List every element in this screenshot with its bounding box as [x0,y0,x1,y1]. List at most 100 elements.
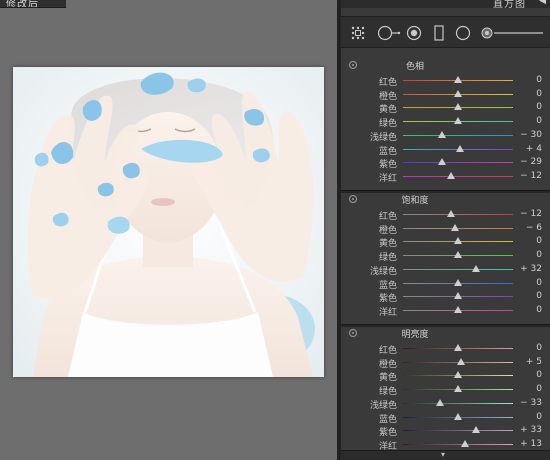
slider-row: 蓝色 0 [341,277,550,291]
slider-value[interactable]: 0 [510,250,542,260]
spot-removal-icon[interactable] [377,25,401,41]
section-header[interactable]: 饱和度 [341,192,550,206]
slider-row: 绿色 0 [341,383,550,398]
slider-handle[interactable] [450,223,459,231]
slider-handle[interactable] [454,89,462,97]
slider-value[interactable]: 0 [510,305,542,315]
slider-label: 洋红 [378,307,397,318]
slider-handle[interactable] [454,371,462,379]
slider-label: 黄色 [378,239,397,250]
slider-track[interactable] [403,268,513,270]
slider-value[interactable]: 0 [510,370,542,380]
slider-label: 洋红 [378,173,397,184]
slider-value[interactable]: 0 [510,102,542,112]
slider-handle[interactable] [454,412,462,420]
panel-footer[interactable]: ▾ [341,450,550,460]
slider-value[interactable]: + 13 [510,439,542,449]
slider-label: 蓝色 [378,280,397,291]
slider-handle[interactable] [454,344,462,351]
slider-value[interactable]: − 12 [510,171,542,181]
slider-row: 黄色 0 [341,101,550,116]
slider-handle[interactable] [454,103,462,111]
slider-handle[interactable] [447,171,456,179]
slider-value[interactable]: 0 [510,343,542,353]
slider-track[interactable] [403,443,513,445]
red-eye-icon[interactable] [405,25,423,41]
collapse-arrow-icon[interactable]: ◀ [539,0,546,6]
slider-handle[interactable] [456,144,465,152]
slider-value[interactable]: 0 [510,384,542,394]
slider-handle[interactable] [447,210,456,217]
grid-overlay-icon[interactable] [349,25,367,41]
expand-arrow-icon: ▾ [441,450,446,459]
adjustment-brush-icon[interactable] [481,25,545,41]
slider-value[interactable]: 0 [510,291,542,301]
slider-row: 橙色 + 5 [341,356,550,370]
slider-handle[interactable] [456,357,465,365]
slider-handle[interactable] [454,305,462,313]
slider-label: 紫色 [378,160,397,171]
tool-strip [341,16,550,48]
slider-value[interactable]: − 6 [510,223,542,233]
slider-row: 洋红 0 [341,304,550,318]
slider-label: 绿色 [378,119,397,130]
slider-value[interactable]: + 32 [510,264,542,274]
photo-preview-area: 修改后 [0,0,337,460]
slider-handle[interactable] [454,385,462,393]
slider-handle[interactable] [454,251,462,259]
slider-value[interactable]: 0 [510,236,542,246]
slider-value[interactable]: + 4 [510,144,542,154]
slider-value[interactable]: + 5 [510,357,542,367]
slider-handle[interactable] [435,398,444,406]
slider-label: 黄色 [378,105,397,116]
slider-row: 浅绿色 − 33 [341,397,550,411]
slider-row: 橙色 − 6 [341,222,550,236]
radial-filter-icon[interactable] [454,25,472,41]
slider-handle[interactable] [438,158,447,166]
slider-track[interactable] [403,214,513,215]
slider-value[interactable]: 0 [510,75,542,85]
slider-value[interactable]: − 12 [510,209,542,219]
section-header[interactable]: 明亮度 [341,326,550,340]
slider-label: 紫色 [378,294,397,305]
slider-track[interactable] [403,162,513,164]
slider-value[interactable]: 0 [510,412,542,422]
slider-row: 黄色 0 [341,369,550,383]
section-title: 色相 [405,62,424,72]
slider-handle[interactable] [472,426,481,434]
slider-label: 蓝色 [378,146,397,157]
slider-label: 红色 [378,78,397,88]
slider-value[interactable]: − 33 [510,398,542,408]
slider-value[interactable]: 0 [510,278,542,288]
slider-handle[interactable] [471,264,480,272]
slider-label: 红色 [378,212,397,222]
slider-track[interactable] [403,134,513,136]
histogram-header[interactable]: 直方图 ◀ [341,0,550,8]
slider-value[interactable]: 0 [510,116,542,126]
slider-handle[interactable] [461,439,470,447]
slider-label: 浅绿色 [369,400,397,411]
section-title: 明亮度 [401,330,429,340]
graduated-filter-icon[interactable] [432,25,446,41]
slider-row: 紫色 + 33 [341,424,550,438]
slider-handle[interactable] [454,117,462,125]
slider-track[interactable] [403,175,513,177]
slider-handle[interactable] [454,237,462,245]
slider-value[interactable]: + 33 [510,425,542,435]
slider-handle[interactable] [437,130,446,138]
slider-value[interactable]: − 30 [510,130,542,140]
slider-value[interactable]: − 29 [510,157,542,167]
slider-handle[interactable] [454,278,462,286]
slider-label: 绿色 [378,387,397,398]
slider-track[interactable] [403,430,513,432]
slider-row: 绿色 0 [341,115,550,130]
slider-value[interactable]: 0 [510,89,542,99]
after-tab[interactable]: 修改后 [0,0,66,8]
photo-image[interactable] [13,67,324,377]
portrait-photo [13,67,324,377]
slider-track[interactable] [403,402,513,404]
slider-handle[interactable] [454,292,462,300]
slider-handle[interactable] [454,76,462,83]
section-header[interactable]: 色相 [341,58,550,72]
slider-label: 浅绿色 [369,266,397,277]
